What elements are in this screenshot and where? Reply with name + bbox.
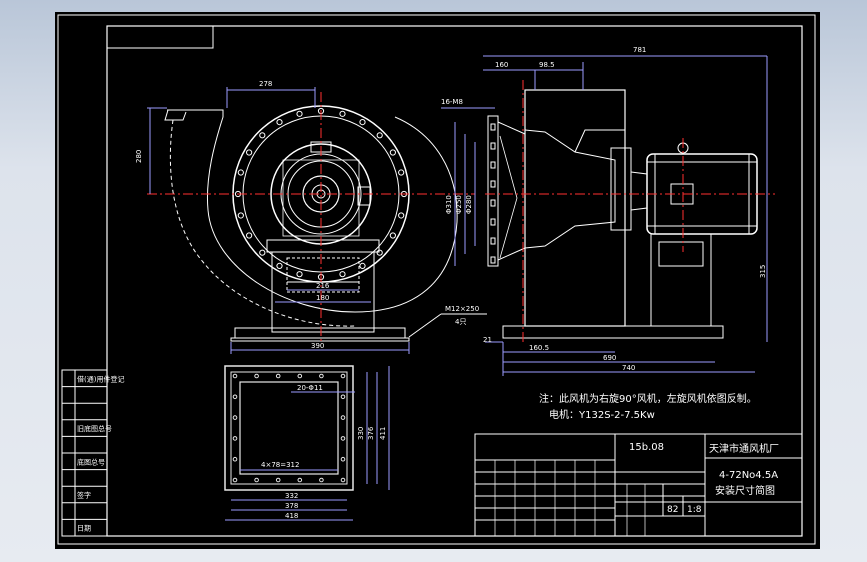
flange-hole	[340, 436, 346, 441]
bolt-hole	[359, 119, 366, 126]
dim-flange-h3: 411	[379, 427, 387, 440]
inlet-bolt	[490, 180, 496, 188]
dim-side-height: 315	[759, 265, 767, 278]
bolt-hole	[237, 212, 244, 219]
drawing-number: 15b.08	[629, 442, 664, 453]
drawing-svg: 借(通)用件登记旧底图总号底图总号签字日期 278 280 216 180 39…	[57, 14, 816, 545]
dim-flange-pitch: 4×78=312	[261, 461, 299, 469]
bolt-hole	[376, 249, 383, 256]
registration-label: 签字	[77, 491, 91, 500]
dim-phi3: Φ280	[465, 195, 473, 214]
dim-flange-w3: 418	[285, 512, 298, 520]
note-line-1: 注：此风机为右旋90°风机，左旋风机依图反制。	[539, 392, 757, 405]
scale: 1:8	[687, 505, 702, 515]
bolt-hole	[259, 249, 266, 256]
dim-side-left: 21	[483, 336, 492, 344]
inlet-bolt	[490, 199, 496, 207]
note-line-2: 电机：Y132S-2-7.5Kw	[549, 408, 655, 421]
flange-hole	[275, 477, 281, 483]
dim-flange-h1: 330	[357, 427, 365, 440]
dim-side-holes: 16-M8	[441, 98, 463, 106]
flange-hole	[232, 477, 238, 483]
dim-front-height: 280	[135, 150, 143, 163]
flange-hole	[232, 373, 238, 379]
flange-hole	[340, 415, 346, 420]
flange-hole	[340, 456, 346, 462]
flange-hole	[275, 373, 281, 379]
bolt-hole	[398, 212, 405, 219]
bolt-hole	[276, 262, 283, 269]
bolt-hole	[376, 132, 383, 139]
dim-side-a: 160	[495, 61, 508, 69]
bolt-hole	[237, 169, 244, 176]
dim-side-e: 740	[622, 364, 635, 372]
registration-label: 借(通)用件登记	[77, 374, 124, 383]
bolt-hole	[339, 110, 346, 117]
flange-hole	[340, 394, 346, 400]
bolt-spec: M12×250	[445, 305, 479, 313]
inlet-bolt	[490, 237, 496, 245]
model-number: 4-72No4.5A	[719, 470, 778, 481]
corner-box	[106, 25, 214, 49]
flange-hole	[232, 456, 238, 462]
dim-side-overall: 781	[633, 46, 646, 54]
flange-hole	[297, 373, 303, 379]
bolt-hole	[246, 149, 253, 156]
bolt-count: 4只	[455, 318, 466, 326]
dim-phi1: Φ310	[445, 195, 453, 214]
flange-hole	[254, 477, 259, 483]
flange-hole	[319, 477, 324, 483]
side-view	[441, 55, 775, 376]
flange-hole	[232, 394, 238, 400]
registration-panel: 借(通)用件登记旧底图总号底图总号签字日期	[61, 369, 124, 537]
dim-base-width: 390	[311, 342, 324, 350]
bolt-hole	[246, 232, 253, 239]
flange-hole	[232, 436, 238, 441]
dim-side-b: 98.5	[539, 61, 555, 69]
bolt-hole	[398, 169, 405, 176]
dim-flange-h2: 376	[367, 426, 375, 440]
flange-hole	[232, 415, 238, 420]
bolt-hole	[296, 271, 303, 278]
drawing-canvas[interactable]: 借(通)用件登记 旧底图总号 底图总号 签字 日期 278 280 216 18…	[55, 12, 820, 549]
flange-hole	[340, 477, 346, 483]
bolt-hole	[389, 232, 396, 239]
bolt-hole	[359, 262, 366, 269]
dim-foot-inner: 216	[316, 282, 330, 290]
inlet-bolt	[490, 142, 496, 150]
bolt-hole	[259, 132, 266, 139]
front-view	[147, 87, 487, 354]
dim-side-d: 690	[603, 354, 616, 362]
drawing-title: 安装尺寸简图	[715, 484, 775, 497]
inlet-bolt	[490, 161, 496, 169]
registration-label: 日期	[77, 525, 91, 533]
cad-viewport: 借(通)用件登记 旧底图总号 底图总号 签字 日期 278 280 216 18…	[0, 0, 867, 562]
bolt-hole	[276, 119, 283, 126]
flange-hole	[254, 373, 259, 379]
dim-flange-w1: 332	[285, 492, 298, 500]
registration-label: 旧底图总号	[77, 424, 112, 433]
bolt-hole	[296, 110, 303, 117]
inlet-bolt	[490, 256, 496, 264]
company-name: 天津市通风机厂	[709, 442, 779, 455]
flange-hole	[340, 373, 346, 379]
bolt-hole	[339, 271, 346, 278]
dim-side-c: 160.5	[529, 344, 549, 352]
bolt-hole	[389, 149, 396, 156]
quantity: 82	[667, 505, 678, 515]
inlet-bolt	[490, 218, 496, 226]
dim-phi2: Φ250	[455, 195, 463, 214]
dim-front-top: 278	[259, 80, 272, 88]
dim-foot-outer: 180	[316, 294, 329, 302]
dim-flange-holes: 20-Φ11	[297, 384, 323, 392]
flange-hole	[319, 373, 324, 379]
flange-hole	[297, 477, 303, 483]
inlet-bolt	[490, 123, 496, 131]
registration-label: 底图总号	[77, 457, 105, 466]
dim-flange-w2: 378	[285, 502, 298, 510]
